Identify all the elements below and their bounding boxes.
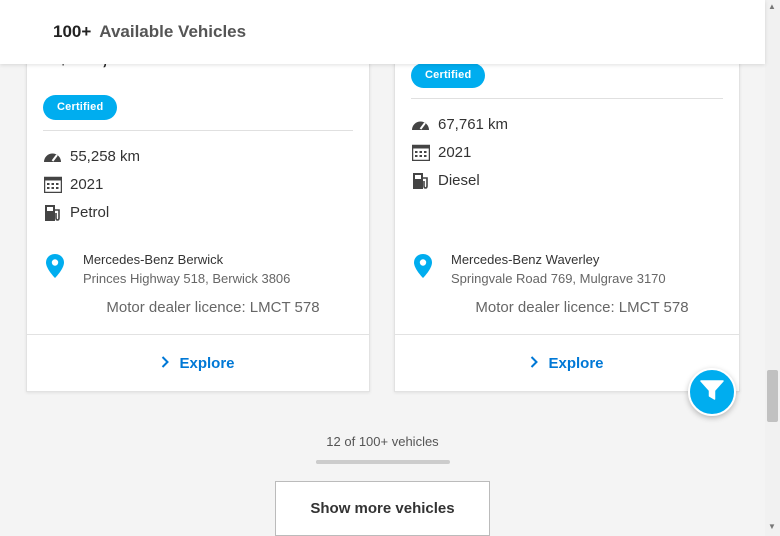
fuel-pump-icon: [411, 171, 430, 190]
filter-icon: [699, 378, 725, 407]
dealer-location: Mercedes-Benz Berwick Princes Highway 51…: [43, 251, 290, 289]
spec-year: 2021: [43, 175, 103, 194]
explore-label: Explore: [548, 355, 604, 372]
mileage-text: 55,258 km: [70, 148, 141, 165]
chevron-right-icon: [530, 356, 539, 371]
scrollbar-thumb[interactable]: [767, 370, 778, 422]
dealer-name: Mercedes-Benz Berwick: [83, 252, 224, 267]
pagination-progress-fill: [316, 460, 333, 464]
explore-label: Explore: [179, 355, 235, 372]
spec-mileage: 67,761 km: [411, 115, 508, 134]
certified-badge: Certified: [43, 95, 118, 120]
fuel-text: Petrol: [70, 204, 110, 221]
chevron-right-icon: [161, 356, 170, 371]
results-count: 100+: [53, 22, 92, 41]
explore-link[interactable]: Explore: [395, 334, 739, 391]
dealer-licence: Motor dealer licence: LMCT 578: [106, 299, 320, 316]
spec-fuel: Petrol: [43, 203, 109, 222]
scroll-up-arrow[interactable]: ▲: [768, 2, 776, 11]
speedometer-icon: [43, 147, 62, 166]
scroll-down-arrow[interactable]: ▼: [768, 522, 776, 531]
dealer-address: Springvale Road 769, Mulgrave 3170: [451, 271, 666, 286]
scrollbar-track[interactable]: [765, 0, 780, 536]
divider: [43, 130, 353, 131]
results-header: 100+ Available Vehicles: [0, 0, 765, 64]
fuel-text: Diesel: [438, 172, 480, 189]
fuel-pump-icon: [43, 203, 62, 222]
explore-link[interactable]: Explore: [27, 334, 369, 391]
calendar-icon: [43, 175, 62, 194]
spec-fuel: Diesel: [411, 171, 480, 190]
map-pin-icon: [411, 252, 435, 280]
certified-badge: Certified: [411, 63, 486, 88]
map-pin-icon: [43, 252, 67, 280]
calendar-icon: [411, 143, 430, 162]
filter-button[interactable]: [688, 368, 736, 416]
dealer-licence: Motor dealer licence: LMCT 578: [475, 299, 689, 316]
speedometer-icon: [411, 115, 430, 134]
pagination-text: 12 of 100+ vehicles: [326, 434, 439, 449]
year-text: 2021: [438, 144, 472, 161]
pagination-progress: [316, 460, 450, 464]
dealer-location: Mercedes-Benz Waverley Springvale Road 7…: [411, 251, 666, 289]
spec-year: 2021: [411, 143, 471, 162]
mileage-text: 67,761 km: [438, 116, 509, 133]
show-more-button[interactable]: Show more vehicles: [275, 481, 490, 536]
year-text: 2021: [70, 176, 104, 193]
divider: [411, 98, 723, 99]
results-title: Available Vehicles: [99, 22, 247, 41]
spec-mileage: 55,258 km: [43, 147, 140, 166]
dealer-address: Princes Highway 518, Berwick 3806: [83, 271, 291, 286]
dealer-name: Mercedes-Benz Waverley: [451, 252, 600, 267]
